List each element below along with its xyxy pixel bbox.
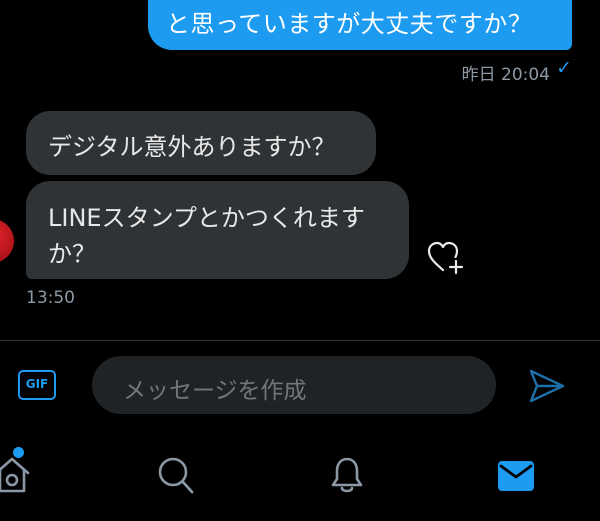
notifications-icon[interactable] xyxy=(329,455,365,495)
heart-plus-icon[interactable] xyxy=(425,238,465,276)
checkmark-icon: ✓ xyxy=(556,57,572,79)
search-icon[interactable] xyxy=(157,455,195,495)
send-icon[interactable] xyxy=(528,368,566,404)
outgoing-message-timestamp: 昨日 20:04 xyxy=(461,65,550,85)
outgoing-message-text: と思っていますが大丈夫ですか？ xyxy=(166,10,533,38)
avatar[interactable] xyxy=(0,219,14,263)
incoming-message-text: か？ xyxy=(48,240,96,268)
home-icon[interactable] xyxy=(0,453,32,495)
notification-badge xyxy=(13,447,24,458)
incoming-message-text: デジタル意外ありますか？ xyxy=(48,133,336,161)
incoming-message-text: LINEスタンプとかつくれます xyxy=(48,204,365,232)
gif-button[interactable]: GIF xyxy=(18,370,56,400)
message-input-placeholder: メッセージを作成 xyxy=(123,378,307,404)
messages-icon[interactable] xyxy=(497,460,535,492)
divider xyxy=(0,340,600,341)
incoming-message-timestamp: 13:50 xyxy=(26,288,75,308)
